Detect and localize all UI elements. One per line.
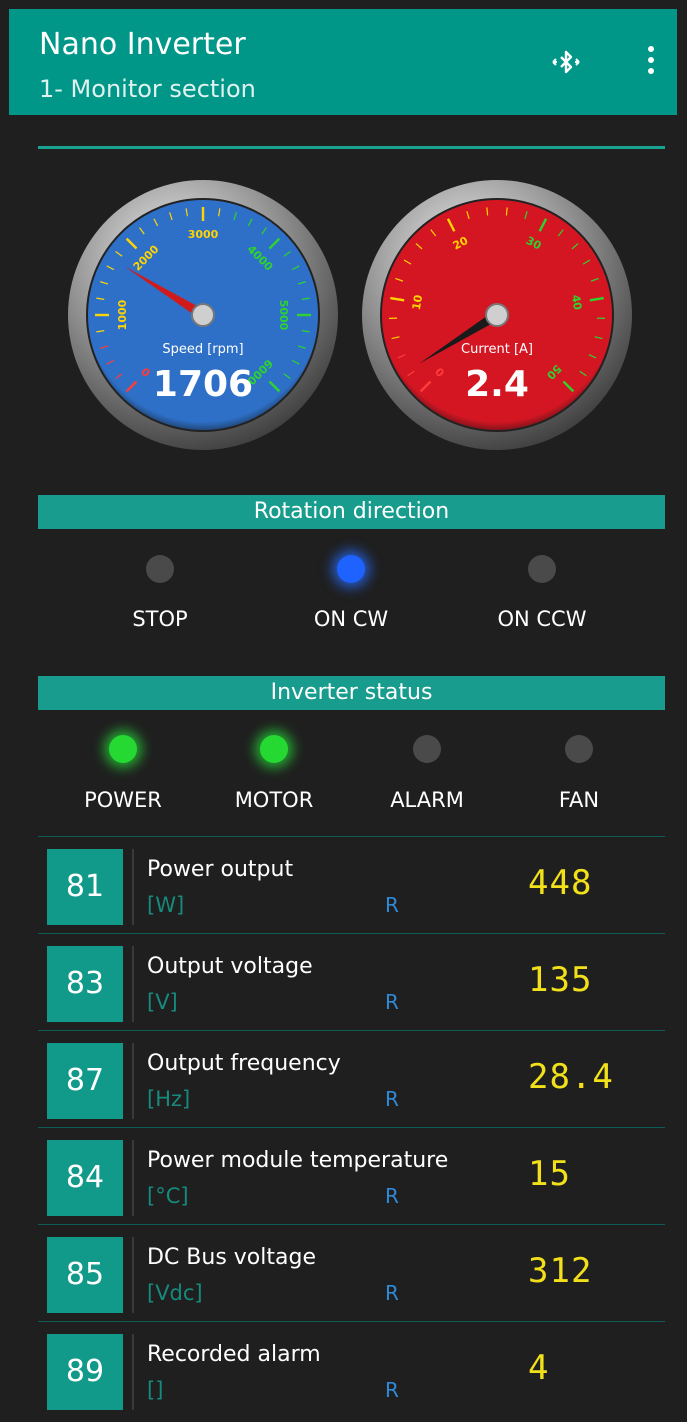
on-ccw-led (528, 555, 556, 583)
bluetooth-icon[interactable] (549, 48, 583, 82)
param-id: 84 (47, 1140, 123, 1216)
param-row-power-output[interactable]: 81 Power output [W] R 448 (38, 836, 665, 933)
parameter-list: 81 Power output [W] R 448 83 Output volt… (38, 836, 665, 1418)
fan-led (565, 735, 593, 763)
param-unit: [V] (147, 990, 178, 1014)
app-title: Nano Inverter (39, 27, 246, 62)
param-mode: R (385, 1281, 399, 1305)
param-separator (132, 1140, 134, 1216)
param-unit: [Vdc] (147, 1281, 203, 1305)
param-separator (132, 849, 134, 925)
param-separator (132, 1043, 134, 1119)
param-unit: [] (147, 1378, 164, 1402)
param-name: Power output (147, 857, 294, 882)
current-gauge: 0 10 20 30 40 50 Current [A] 2.4 (360, 178, 634, 452)
param-unit: [W] (147, 893, 185, 917)
param-mode: R (385, 1184, 399, 1208)
gauge-tick (505, 207, 508, 216)
param-value: 15 (528, 1154, 571, 1194)
param-mode: R (385, 1378, 399, 1402)
param-name: Output voltage (147, 954, 313, 979)
param-id: 89 (47, 1334, 123, 1410)
param-unit: [°C] (147, 1184, 189, 1208)
param-name: DC Bus voltage (147, 1245, 316, 1270)
param-row-recorded-alarm[interactable]: 89 Recorded alarm [] R 4 (38, 1321, 665, 1418)
gauge-hub (191, 303, 215, 327)
param-id: 87 (47, 1043, 123, 1119)
alarm-led (413, 735, 441, 763)
param-value: 135 (528, 960, 593, 1000)
current-gauge-value: 2.4 (465, 364, 529, 405)
param-id: 81 (47, 849, 123, 925)
param-value: 4 (528, 1348, 550, 1388)
param-unit: [Hz] (147, 1087, 191, 1111)
inverter-status-header: Inverter status (38, 676, 665, 710)
gauge-tick-label: 1000 (116, 299, 129, 330)
param-name: Recorded alarm (147, 1342, 321, 1367)
speed-gauge-caption: Speed [rpm] (162, 342, 244, 357)
gauge-tick-label: 40 (569, 294, 584, 311)
param-separator (132, 1334, 134, 1410)
rotation-direction-header: Rotation direction (38, 495, 665, 529)
param-value: 448 (528, 863, 593, 903)
gauge-hub (485, 303, 509, 327)
gauge-tick-label: 5000 (277, 300, 290, 331)
param-row-power-module-temperature[interactable]: 84 Power module temperature [°C] R 15 (38, 1127, 665, 1224)
app-bar: Nano Inverter 1- Monitor section (9, 9, 677, 115)
param-name: Output frequency (147, 1051, 341, 1076)
stop-led (146, 555, 174, 583)
param-row-output-voltage[interactable]: 83 Output voltage [V] R 135 (38, 933, 665, 1030)
param-row-output-frequency[interactable]: 87 Output frequency [Hz] R 28.4 (38, 1030, 665, 1127)
param-value: 28.4 (528, 1057, 614, 1097)
on-cw-led (337, 555, 365, 583)
param-id: 85 (47, 1237, 123, 1313)
fan-label: FAN (558, 788, 600, 812)
motor-led (260, 735, 288, 763)
param-id: 83 (47, 946, 123, 1022)
alarm-label: ALARM (390, 788, 464, 812)
power-led (109, 735, 137, 763)
current-gauge-caption: Current [A] (461, 342, 533, 357)
app-subtitle: 1- Monitor section (39, 75, 256, 103)
param-value: 312 (528, 1251, 593, 1291)
motor-label: MOTOR (234, 788, 314, 812)
gauge-tick-label: 3000 (188, 228, 219, 241)
gauge-tick-label: 10 (410, 293, 425, 310)
on-ccw-label: ON CCW (497, 607, 587, 631)
divider (38, 146, 665, 149)
on-cw-label: ON CW (313, 607, 389, 631)
gauge-tick (486, 207, 489, 216)
param-mode: R (385, 990, 399, 1014)
param-mode: R (385, 893, 399, 917)
param-separator (132, 1237, 134, 1313)
param-name: Power module temperature (147, 1148, 449, 1173)
speed-gauge: 0 1000 2000 3000 4000 5000 6000 Speed [rpm] 17… (66, 178, 340, 452)
power-label: POWER (84, 788, 162, 812)
param-row-dc-bus-voltage[interactable]: 85 DC Bus voltage [Vdc] R 312 (38, 1224, 665, 1321)
param-separator (132, 946, 134, 1022)
more-vert-icon[interactable] (645, 46, 657, 86)
speed-gauge-value: 1706 (152, 364, 254, 405)
stop-label: STOP (132, 607, 188, 631)
param-mode: R (385, 1087, 399, 1111)
